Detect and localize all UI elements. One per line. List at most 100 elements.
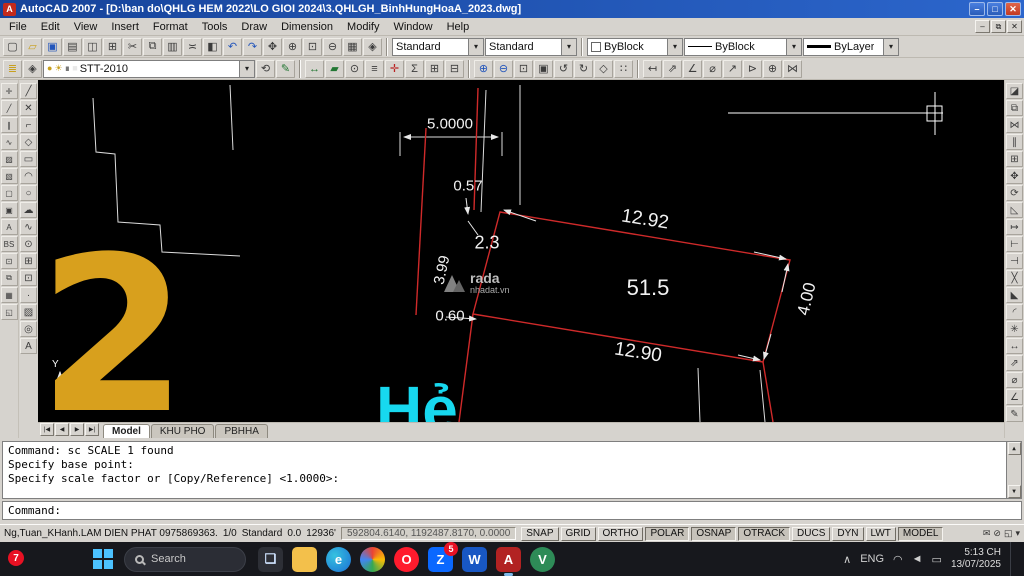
taskview-icon[interactable]: ❏: [258, 547, 283, 572]
otrack-toggle[interactable]: OTRACK: [738, 527, 790, 541]
redraw-icon[interactable]: ↺: [554, 60, 573, 78]
zalo-icon[interactable]: Z 5: [428, 547, 453, 572]
region-icon[interactable]: ◎: [20, 321, 37, 337]
autocad-icon[interactable]: A: [496, 547, 521, 572]
battery-icon[interactable]: ▭: [932, 553, 942, 566]
next-tab-button[interactable]: ▶: [70, 423, 84, 436]
radius-dimension-icon[interactable]: ⌀: [703, 60, 722, 78]
prev-tab-button[interactable]: ◀: [55, 423, 69, 436]
quick-leader-icon[interactable]: ↗: [723, 60, 742, 78]
point-icon[interactable]: ·: [20, 287, 37, 303]
revision-cloud-icon[interactable]: ☁: [20, 202, 37, 218]
ellipse-icon[interactable]: ⊙: [20, 236, 37, 252]
scroll-down-icon[interactable]: ▼: [1008, 485, 1021, 498]
drawing-canvas[interactable]: Y X 5.0000 0.57 2.3 3.99 12.92 51.5 0.60…: [38, 80, 1004, 422]
document-close-button[interactable]: ✕: [1007, 20, 1022, 33]
move-icon[interactable]: ✥: [1006, 168, 1023, 184]
first-tab-button[interactable]: |◀: [40, 423, 54, 436]
distance-icon[interactable]: ↔: [305, 60, 324, 78]
fillet-icon[interactable]: ◜: [1006, 304, 1023, 320]
wifi-icon[interactable]: ◠: [893, 553, 903, 566]
xref-icon[interactable]: ⧉: [1, 270, 18, 286]
block-style-icon[interactable]: BS: [1, 236, 18, 252]
word-icon[interactable]: W: [462, 547, 487, 572]
gradient-icon[interactable]: ▧: [1, 168, 18, 184]
mtext-icon[interactable]: A: [20, 338, 37, 354]
menu-dimension[interactable]: Dimension: [274, 20, 340, 34]
layer-dropdown[interactable]: ●☀∎■ STT-2010 ▾: [43, 60, 255, 78]
menu-insert[interactable]: Insert: [104, 20, 146, 34]
designcenter-icon[interactable]: ◈: [363, 38, 382, 56]
angular-dimension-icon[interactable]: ∠: [1006, 389, 1023, 405]
break-icon[interactable]: ╳: [1006, 270, 1023, 286]
properties-icon[interactable]: ▦: [343, 38, 362, 56]
zoom-in-icon[interactable]: ⊕: [474, 60, 493, 78]
aligned-dimension-icon[interactable]: ⇗: [663, 60, 682, 78]
boundary-icon[interactable]: ▢: [1, 185, 18, 201]
copy-object-icon[interactable]: ⧉: [1006, 100, 1023, 116]
dim-style-dropdown[interactable]: Standard ▾: [485, 38, 577, 56]
close-button[interactable]: ✕: [1005, 2, 1021, 16]
extend-icon[interactable]: ⊣: [1006, 253, 1023, 269]
layer-previous-icon[interactable]: ⟲: [256, 60, 275, 78]
document-minimize-button[interactable]: –: [975, 20, 990, 33]
color-dropdown[interactable]: ByBlock ▾: [587, 38, 683, 56]
menu-tools[interactable]: Tools: [195, 20, 235, 34]
field-icon[interactable]: ⊟: [445, 60, 464, 78]
zoom-all-icon[interactable]: ▣: [534, 60, 553, 78]
quick-sum-icon[interactable]: Σ: [405, 60, 424, 78]
scroll-up-icon[interactable]: ▲: [1008, 442, 1021, 455]
linetype-dropdown[interactable]: ByBlock ▾: [684, 38, 802, 56]
publish-icon[interactable]: ⊞: [103, 38, 122, 56]
opera-icon[interactable]: O: [394, 547, 419, 572]
scale-icon[interactable]: ◺: [1006, 202, 1023, 218]
spline-icon[interactable]: ∿: [20, 219, 37, 235]
chevron-down-icon[interactable]: ▾: [883, 39, 898, 55]
ray-icon[interactable]: ╱: [1, 100, 18, 116]
ducs-toggle[interactable]: DUCS: [792, 527, 830, 541]
chevron-up-icon[interactable]: ∧: [843, 553, 851, 566]
menu-help[interactable]: Help: [440, 20, 477, 34]
linear-dimension-icon[interactable]: ↔: [1006, 338, 1023, 354]
polygon-icon[interactable]: ◇: [20, 134, 37, 150]
polar-toggle[interactable]: POLAR: [645, 527, 689, 541]
grid-toggle[interactable]: GRID: [561, 527, 596, 541]
tab-khu-pho[interactable]: KHU PHO: [151, 424, 215, 438]
maximize-button[interactable]: □: [987, 2, 1003, 16]
match-properties-icon[interactable]: ≍: [183, 38, 202, 56]
undo-icon[interactable]: ↶: [223, 38, 242, 56]
command-scrollbar[interactable]: ▲ ▼: [1006, 442, 1021, 498]
hatch-tool-icon[interactable]: ▨: [1, 151, 18, 167]
line-icon[interactable]: ╱: [20, 83, 37, 99]
table-icon[interactable]: ⊞: [425, 60, 444, 78]
dimension-style-icon[interactable]: ⋈: [783, 60, 802, 78]
redo-icon[interactable]: ↷: [243, 38, 262, 56]
communication-center-icon[interactable]: ✉: [983, 528, 991, 539]
text-style-icon[interactable]: A: [1, 219, 18, 235]
search-input[interactable]: Search: [124, 547, 246, 572]
pan-icon[interactable]: ✥: [263, 38, 282, 56]
coordinates-readout[interactable]: 592804.6140, 1192487.8170, 0.0000: [341, 527, 516, 540]
paste-icon[interactable]: ▥: [163, 38, 182, 56]
erase-icon[interactable]: ◪: [1006, 83, 1023, 99]
toolbar-lock-icon[interactable]: ⊘: [993, 528, 1001, 539]
lineweight-dropdown[interactable]: ByLayer ▾: [803, 38, 899, 56]
ole-object-icon[interactable]: ◱: [1, 304, 18, 320]
lwt-toggle[interactable]: LWT: [866, 527, 896, 541]
radius-dimension-icon[interactable]: ⌀: [1006, 372, 1023, 388]
show-desktop-button[interactable]: [1010, 542, 1014, 576]
language-indicator[interactable]: ENG: [860, 553, 884, 565]
osnap-settings-icon[interactable]: ◇: [594, 60, 613, 78]
arc-icon[interactable]: ◠: [20, 168, 37, 184]
new-icon[interactable]: ▢: [3, 38, 22, 56]
menu-draw[interactable]: Draw: [234, 20, 274, 34]
layers-icon[interactable]: ◈: [23, 60, 42, 78]
chamfer-icon[interactable]: ◣: [1006, 287, 1023, 303]
multiline-icon[interactable]: ∥: [1, 117, 18, 133]
widgets-badge[interactable]: 7: [8, 550, 24, 566]
make-block-icon[interactable]: ⊡: [20, 270, 37, 286]
polyline-icon[interactable]: ⌐: [20, 117, 37, 133]
rectangle-icon[interactable]: ▭: [20, 151, 37, 167]
make-object-layer-current-icon[interactable]: ✎: [276, 60, 295, 78]
model-toggle[interactable]: MODEL: [898, 527, 944, 541]
